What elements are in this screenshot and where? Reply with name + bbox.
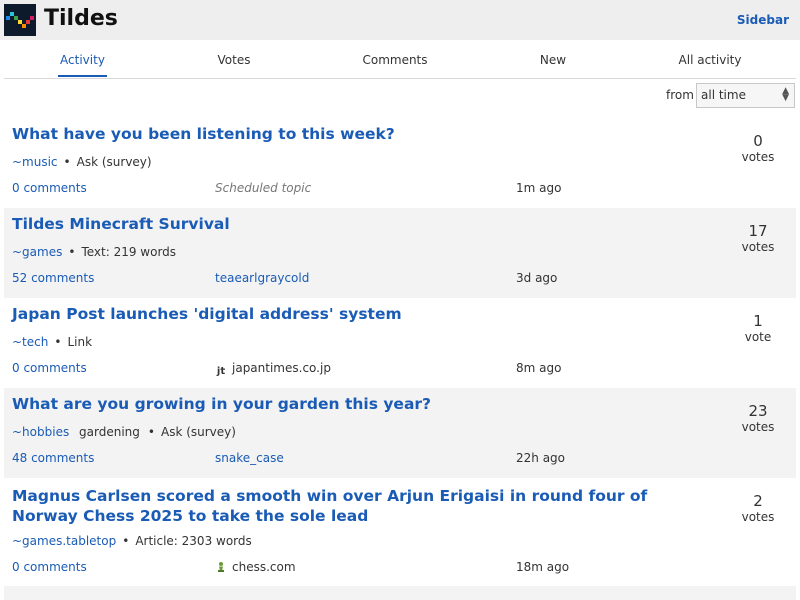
topic-time: 1m ago <box>516 181 562 195</box>
vote-count: 2 <box>753 492 763 510</box>
topic-type: Link <box>67 335 93 349</box>
select-arrows-icon: ▲ ▼ <box>782 86 789 103</box>
bullet-separator: • <box>54 335 62 349</box>
vote-label: votes <box>741 510 775 524</box>
topic-title-link[interactable]: Magnus Carlsen scored a smooth win over … <box>12 486 717 526</box>
topic-title-link[interactable]: What have you been listening to this wee… <box>12 124 717 144</box>
topic-time: 22h ago <box>516 451 566 465</box>
sidebar-link[interactable]: Sidebar <box>737 13 789 27</box>
topic-row-partial <box>4 586 796 600</box>
topic-metadata: ~music • Ask (survey) <box>12 154 152 170</box>
topic-metadata: ~games • Text: 219 words <box>12 244 176 260</box>
comments-link[interactable]: 0 comments <box>12 180 87 196</box>
topic-title-link[interactable]: Tildes Minecraft Survival <box>12 214 717 234</box>
topic-time: 8m ago <box>516 361 562 375</box>
vote-button[interactable]: 17 votes <box>736 222 780 254</box>
vote-label: vote <box>744 330 772 344</box>
topic-group-link[interactable]: ~music <box>12 155 58 169</box>
bullet-separator: • <box>147 425 155 439</box>
vote-button[interactable]: 1 vote <box>736 312 780 344</box>
topic-metadata: ~tech • Link <box>12 334 92 350</box>
topic-author-link[interactable]: snake_case <box>215 450 284 466</box>
topic-title-link[interactable]: What are you growing in your garden this… <box>12 394 717 414</box>
topic-row: What are you growing in your garden this… <box>4 388 796 478</box>
topic-group-link[interactable]: ~hobbies <box>12 425 69 439</box>
vote-count: 1 <box>753 312 763 330</box>
topic-metadata: ~hobbies gardening • Ask (survey) <box>12 424 236 440</box>
topic-source-domain: japantimes.co.jp <box>232 361 331 375</box>
tab-comments[interactable]: Comments <box>360 53 430 67</box>
topic-author-link[interactable]: teaearlgraycold <box>215 270 309 286</box>
japantimes-favicon-icon: jt <box>216 366 226 377</box>
topic-group-link[interactable]: ~games.tabletop <box>12 534 116 548</box>
topic-source-domain: chess.com <box>232 560 296 574</box>
topic-row: What have you been listening to this wee… <box>4 118 796 208</box>
vote-count: 0 <box>753 132 763 150</box>
topic-row: Magnus Carlsen scored a smooth win over … <box>4 478 796 586</box>
topic-tag[interactable]: gardening <box>79 425 140 439</box>
tab-new[interactable]: New <box>533 53 573 67</box>
topic-title-link[interactable]: Japan Post launches 'digital address' sy… <box>12 304 717 324</box>
topic-time: 18m ago <box>516 560 570 574</box>
site-title[interactable]: Tildes <box>44 5 118 33</box>
vote-button[interactable]: 0 votes <box>736 132 780 164</box>
active-tab-indicator <box>58 75 107 77</box>
vote-button[interactable]: 23 votes <box>736 402 780 434</box>
topic-time: 3d ago <box>516 271 558 285</box>
topic-type: Text: 219 words <box>81 245 177 259</box>
tab-all-activity[interactable]: All activity <box>674 53 746 67</box>
topic-type: Article: 2303 words <box>135 534 252 548</box>
topic-group-link[interactable]: ~tech <box>12 335 48 349</box>
tab-activity[interactable]: Activity <box>58 53 107 67</box>
bullet-separator: • <box>68 245 76 259</box>
vote-label: votes <box>741 150 775 164</box>
period-select[interactable]: all time ▲ ▼ <box>696 83 795 108</box>
topic-type: Ask (survey) <box>160 425 236 439</box>
tab-votes[interactable]: Votes <box>209 53 259 67</box>
comments-link[interactable]: 52 comments <box>12 270 94 286</box>
topic-row: Tildes Minecraft Survival ~games • Text: 2… <box>4 208 796 298</box>
topic-source: Scheduled topic <box>215 181 312 195</box>
period-selected-value: all time <box>701 88 746 102</box>
vote-count: 17 <box>748 222 768 240</box>
topic-group-link[interactable]: ~games <box>12 245 62 259</box>
vote-count: 23 <box>748 402 768 420</box>
vote-label: votes <box>741 420 775 434</box>
topic-row: Japan Post launches 'digital address' sy… <box>4 298 796 388</box>
bullet-separator: • <box>122 534 130 548</box>
topic-type: Ask (survey) <box>76 155 152 169</box>
comments-link[interactable]: 48 comments <box>12 450 94 466</box>
period-label: from <box>666 88 694 102</box>
listing-tabs: Activity Votes Comments New All activity <box>4 40 796 79</box>
comments-link[interactable]: 0 comments <box>12 360 87 376</box>
vote-label: votes <box>741 240 775 254</box>
vote-button[interactable]: 2 votes <box>736 492 780 524</box>
topic-source: chess.com <box>215 559 296 575</box>
topic-source: jt japantimes.co.jp <box>215 360 331 378</box>
comments-link[interactable]: 0 comments <box>12 559 87 575</box>
tildes-logo-icon[interactable] <box>4 4 36 36</box>
bullet-separator: • <box>63 155 71 169</box>
chess-pawn-favicon-icon <box>215 561 227 573</box>
topic-metadata: ~games.tabletop • Article: 2303 words <box>12 533 252 549</box>
site-header: Tildes Sidebar <box>0 0 800 40</box>
